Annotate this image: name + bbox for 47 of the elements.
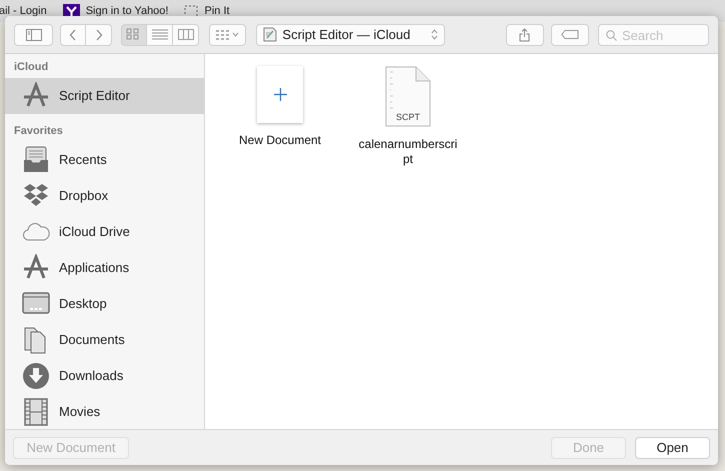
forward-button[interactable] xyxy=(86,24,112,46)
back-button[interactable] xyxy=(60,24,86,46)
search-field[interactable]: Search xyxy=(598,24,709,46)
sidebar-item[interactable]: Applications xyxy=(5,250,204,286)
pen-tools-icon xyxy=(22,82,50,110)
stepper-icon xyxy=(430,29,438,40)
sidebar-item[interactable]: Movies xyxy=(5,394,204,429)
share-button[interactable] xyxy=(506,24,544,46)
chevron-left-icon xyxy=(69,28,78,40)
view-mode-button[interactable] xyxy=(121,24,148,46)
bookmark-link[interactable]: Sign in to Yahoo! xyxy=(86,4,168,19)
columns-icon xyxy=(178,28,194,41)
sidebar-item[interactable]: Script Editor xyxy=(5,78,204,114)
dialog-button[interactable]: Open xyxy=(635,436,710,458)
sidebar-icon xyxy=(26,28,42,40)
location-popup[interactable]: Script Editor — iCloud xyxy=(256,24,445,46)
sidebar-item[interactable]: Dropbox xyxy=(5,178,204,214)
share-icon xyxy=(519,28,530,42)
file-name[interactable]: New Document xyxy=(228,133,332,148)
sidebar-item[interactable]: Desktop xyxy=(5,286,204,322)
document-icon xyxy=(385,66,431,127)
new-document-thumbnail[interactable] xyxy=(257,66,303,123)
view-mode-button[interactable] xyxy=(147,24,174,46)
search-icon xyxy=(606,30,617,40)
sidebar-item[interactable]: iCloud Drive xyxy=(5,214,204,250)
sidebar-item[interactable]: Documents xyxy=(5,322,204,358)
script-document-icon xyxy=(263,27,278,42)
dashed-square-icon xyxy=(184,4,198,18)
chevron-right-icon xyxy=(94,28,103,40)
section-heading: Favorites xyxy=(13,124,64,138)
grid-icon xyxy=(216,30,230,40)
file-name[interactable]: calenarnumberscript xyxy=(356,137,460,167)
plus-icon xyxy=(274,88,286,101)
tag-icon xyxy=(560,30,579,39)
inbox-tray-icon xyxy=(22,146,50,174)
arrange-button[interactable] xyxy=(209,24,246,46)
tag-button[interactable] xyxy=(550,24,589,46)
file-type-label: SCPT xyxy=(394,110,421,124)
sidebar-item[interactable]: Recents xyxy=(5,142,204,178)
section-heading: iCloud xyxy=(13,60,50,75)
sidebar-toggle-button[interactable] xyxy=(14,24,54,46)
bookmark-link[interactable]: Pin It xyxy=(204,4,230,19)
sidebar-item[interactable]: Downloads xyxy=(5,358,204,394)
list-icon xyxy=(152,28,168,41)
view-mode-button[interactable] xyxy=(173,24,200,46)
caret-icon xyxy=(232,32,240,37)
film-strip-icon xyxy=(22,398,50,426)
